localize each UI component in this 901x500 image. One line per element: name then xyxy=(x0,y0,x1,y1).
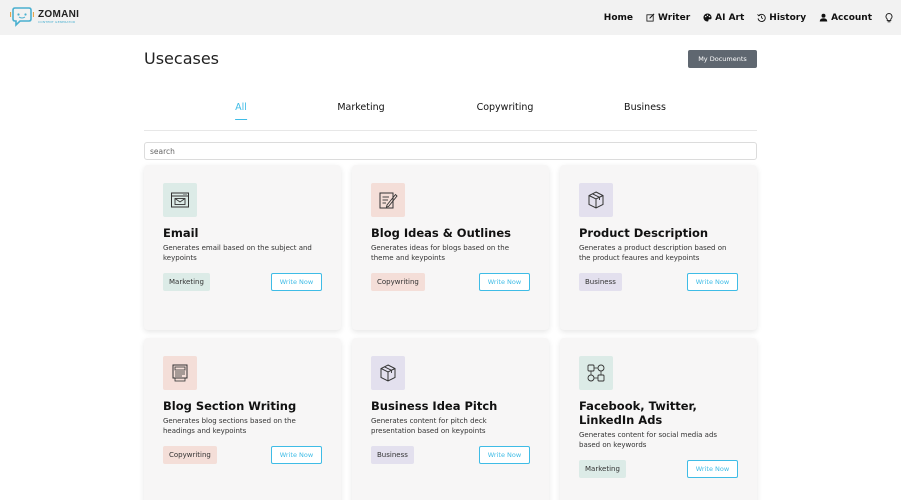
history-icon xyxy=(757,13,766,22)
social-media-icon xyxy=(579,356,613,390)
lightbulb-icon xyxy=(885,12,893,22)
main-nav: Home Writer AI Art History Account xyxy=(604,0,893,35)
card-title: Blog Ideas & Outlines xyxy=(371,226,511,240)
user-icon xyxy=(819,13,828,22)
card-title: Blog Section Writing xyxy=(163,399,297,413)
category-tag: Business xyxy=(579,273,622,291)
nav-ai-art-label: AI Art xyxy=(715,12,745,23)
nav-home[interactable]: Home xyxy=(604,13,633,23)
write-now-button[interactable]: Write Now xyxy=(271,446,322,464)
blog-section-icon xyxy=(163,356,197,390)
nav-account-label: Account xyxy=(831,12,872,23)
tab-business[interactable]: Business xyxy=(624,102,666,119)
card-description: Generates a product description based on… xyxy=(579,244,727,262)
card-description: Generates ideas for blogs based on the t… xyxy=(371,244,510,262)
my-documents-button[interactable]: My Documents xyxy=(688,50,757,68)
card-description: Generates blog sections based on the hea… xyxy=(163,417,296,435)
card-description: Generates content for pitch deck present… xyxy=(371,417,487,435)
category-tag: Marketing xyxy=(163,273,210,291)
tab-copywriting[interactable]: Copywriting xyxy=(477,102,534,119)
edit-icon xyxy=(646,13,655,22)
brand-name: ZOMANI xyxy=(38,9,80,20)
nav-history-label: History xyxy=(769,12,807,23)
tab-marketing[interactable]: Marketing xyxy=(337,102,384,119)
brand-tagline: CONTENT GENERATOR xyxy=(38,20,76,24)
write-now-button[interactable]: Write Now xyxy=(271,273,322,291)
write-now-button[interactable]: Write Now xyxy=(687,273,738,291)
usecase-card-blog-ideas: Blog Ideas & Outlines Generates ideas fo… xyxy=(352,165,549,330)
usecase-card-blog-section: Blog Section Writing Generates blog sect… xyxy=(144,338,341,500)
usecase-card-social-ads: Facebook, Twitter, LinkedIn Ads Generate… xyxy=(560,338,757,500)
category-tabs: All Marketing Copywriting Business xyxy=(144,96,757,131)
usecase-card-business-pitch: Business Idea Pitch Generates content fo… xyxy=(352,338,549,500)
card-description: Generates content for social media ads b… xyxy=(579,431,718,449)
chat-bubble-logo-icon xyxy=(9,6,35,28)
product-box-icon xyxy=(371,356,405,390)
card-title: Business Idea Pitch xyxy=(371,399,498,413)
page-title: Usecases xyxy=(144,49,220,68)
nav-writer[interactable]: Writer xyxy=(646,13,690,23)
usecase-card-email: Email Generates email based on the subje… xyxy=(144,165,341,330)
card-title: Product Description xyxy=(579,226,709,240)
nav-ai-art[interactable]: AI Art xyxy=(703,13,744,23)
category-tag: Marketing xyxy=(579,460,626,478)
email-icon xyxy=(163,183,197,217)
tab-all[interactable]: All xyxy=(235,102,247,120)
category-tag: Copywriting xyxy=(371,273,425,291)
brand-logo[interactable]: ZOMANI CONTENT GENERATOR xyxy=(9,6,80,28)
blog-ideas-icon xyxy=(371,183,405,217)
write-now-button[interactable]: Write Now xyxy=(479,446,530,464)
category-tag: Copywriting xyxy=(163,446,217,464)
search-input[interactable] xyxy=(144,142,757,160)
card-title: Email xyxy=(163,226,199,240)
palette-icon xyxy=(703,13,712,22)
nav-history[interactable]: History xyxy=(757,13,806,23)
write-now-button[interactable]: Write Now xyxy=(687,460,738,478)
product-box-icon xyxy=(579,183,613,217)
nav-writer-label: Writer xyxy=(658,12,691,23)
nav-account[interactable]: Account xyxy=(819,13,872,23)
nav-tips[interactable] xyxy=(885,12,893,23)
navbar: ZOMANI CONTENT GENERATOR Home Writer AI … xyxy=(0,0,901,35)
write-now-button[interactable]: Write Now xyxy=(479,273,530,291)
card-title: Facebook, Twitter, LinkedIn Ads xyxy=(579,399,697,427)
category-tag: Business xyxy=(371,446,414,464)
usecase-card-product-description: Product Description Generates a product … xyxy=(560,165,757,330)
nav-home-label: Home xyxy=(603,12,633,23)
card-description: Generates email based on the subject and… xyxy=(163,244,312,262)
